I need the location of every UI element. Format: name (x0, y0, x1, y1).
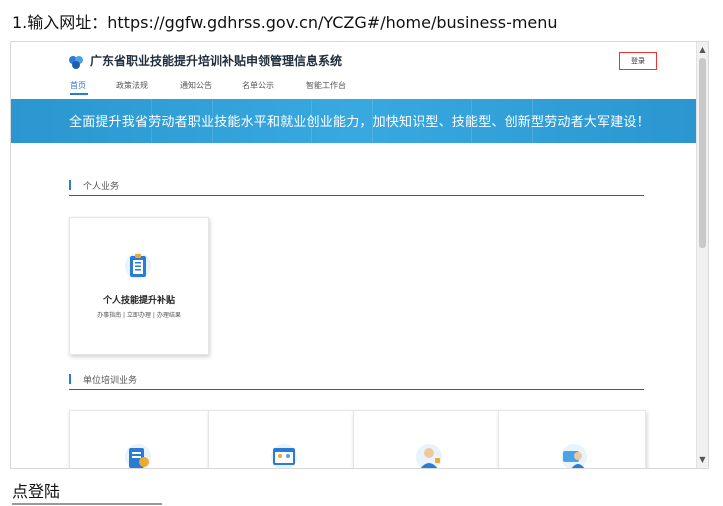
nav-item-notice[interactable]: 通知公告 (180, 80, 212, 91)
instruction-top-text: 1.输入网址：https://ggfw.gdhrss.gov.cn/YCZG#/… (12, 13, 558, 32)
section-marker (69, 374, 71, 384)
scroll-up-icon[interactable]: ▲ (697, 44, 708, 56)
idcard-person-icon (559, 443, 589, 468)
card-unit-training-2[interactable] (208, 410, 354, 468)
guide-link[interactable]: 办事指南 (97, 312, 121, 319)
section-divider (69, 195, 644, 196)
instruction-bottom-text: 点登陆 (12, 482, 61, 501)
banner-slogan: 全面提升我省劳动者职业技能水平和就业创业能力，加快知识型、技能型、创新型劳动者大… (69, 115, 650, 130)
scroll-down-icon[interactable]: ▼ (697, 454, 708, 466)
logo-icon (68, 54, 84, 69)
card-unit-training-3[interactable] (353, 410, 499, 468)
section-divider (69, 389, 644, 390)
banner: 全面提升我省劳动者职业技能水平和就业创业能力，加快知识型、技能型、创新型劳动者大… (11, 99, 697, 143)
card-unit-training-4[interactable] (498, 410, 646, 468)
nav-item-workbench[interactable]: 智能工作台 (306, 80, 346, 91)
document-stamp-icon (123, 443, 153, 468)
scroll-thumb[interactable] (699, 58, 706, 248)
nav-active-indicator (70, 93, 88, 95)
browser-viewport: 广东省职业技能提升培训补贴申领管理信息系统 登录 首页 政策法规 通知公告 名单… (10, 41, 709, 469)
card-title: 个人技能提升补贴 (102, 296, 175, 306)
section-title: 单位培训业务 (83, 376, 138, 386)
card-unit-training-1[interactable] (69, 410, 209, 468)
nav-item-publicity[interactable]: 名单公示 (242, 80, 274, 91)
nav-item-home[interactable]: 首页 (70, 80, 86, 91)
browser-users-icon (269, 443, 299, 468)
card-personal-skill-subsidy[interactable]: 个人技能提升补贴 办事指南 | 立即办理 | 办理结果 (69, 217, 209, 355)
card-links: 办事指南 | 立即办理 | 办理结果 (70, 310, 208, 319)
apply-now-link[interactable]: 立即办理 (127, 312, 151, 319)
clipboard-icon (123, 252, 153, 284)
vertical-scrollbar[interactable]: ▲ ▼ (696, 42, 708, 468)
cropped-text-fragment (12, 500, 192, 506)
login-button[interactable]: 登录 (619, 52, 657, 70)
section-title: 个人业务 (83, 182, 120, 192)
section-marker (69, 180, 71, 190)
site-title: 广东省职业技能提升培训补贴申领管理信息系统 (90, 54, 343, 68)
result-link[interactable]: 办理结果 (157, 312, 181, 319)
nav-item-policy[interactable]: 政策法规 (116, 80, 148, 91)
person-like-icon (414, 443, 444, 468)
site-header: 广东省职业技能提升培训补贴申领管理信息系统 登录 首页 政策法规 通知公告 名单… (11, 42, 697, 99)
